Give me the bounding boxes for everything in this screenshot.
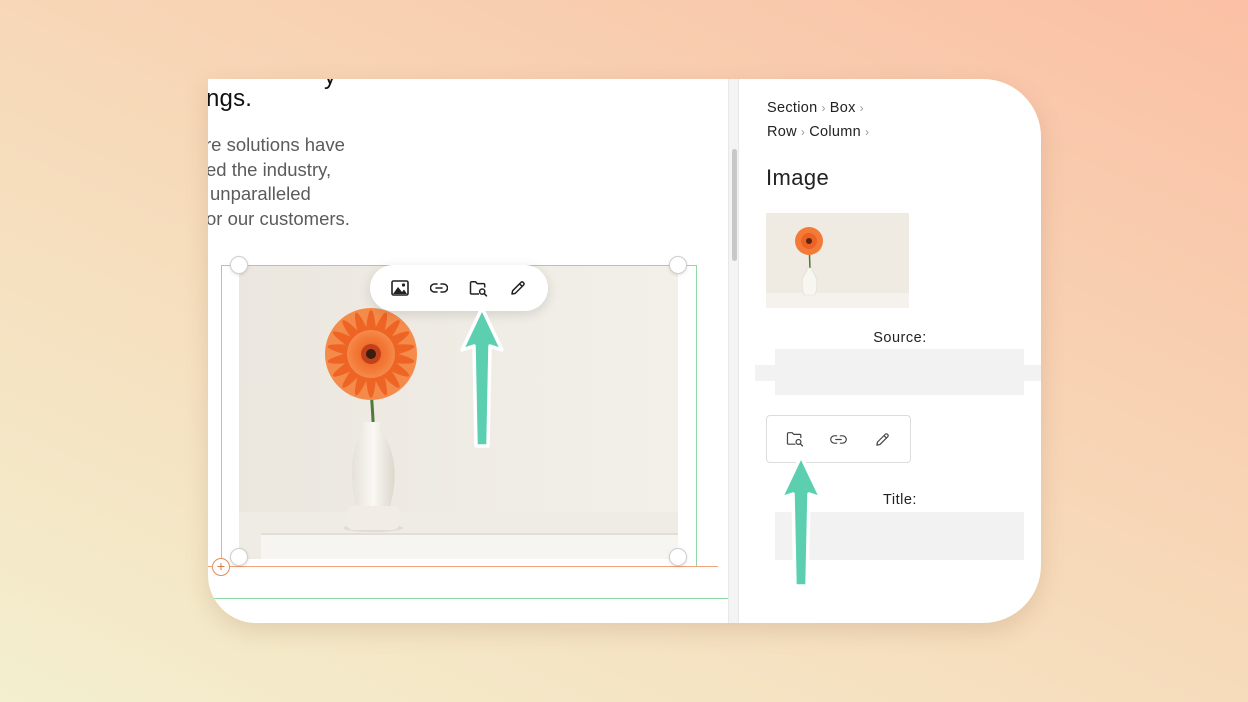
body-line: re solutions have [208, 134, 345, 155]
link-button[interactable] [825, 426, 851, 452]
breadcrumb-continued: Row › Column › [767, 124, 873, 140]
breadcrumb-row[interactable]: Row [767, 124, 797, 140]
image-thumbnail[interactable] [766, 213, 909, 308]
resize-handle-bottom-left[interactable] [230, 548, 248, 566]
section-heading: y ngs. [208, 79, 336, 113]
breadcrumb-separator: › [864, 125, 870, 139]
replace-image-button[interactable] [387, 275, 413, 301]
edit-button[interactable] [505, 275, 531, 301]
arrow-annotation-toolbar [460, 306, 504, 448]
body-line: ed the industry, [208, 158, 332, 180]
resize-handle-top-left[interactable] [230, 256, 248, 274]
folder-search-icon [470, 280, 488, 297]
page-canvas: y ngs. re solutions have ed the industry… [208, 79, 730, 623]
body-line: or our customers. [208, 207, 350, 229]
heading-previous-line: y [324, 79, 336, 91]
folder-search-icon [786, 432, 803, 447]
canvas-scrollbar[interactable] [732, 149, 737, 261]
browse-media-button[interactable] [466, 275, 492, 301]
link-icon [830, 434, 847, 444]
resize-handle-top-right[interactable] [669, 256, 687, 274]
breadcrumb-section[interactable]: Section [767, 100, 817, 116]
heading-text: ngs. [208, 85, 253, 112]
flower-vase-thumbnail [766, 213, 909, 308]
breadcrumb-box[interactable]: Box [830, 100, 856, 116]
link-icon [430, 283, 449, 293]
pencil-icon [511, 281, 526, 295]
panel-title: Image [766, 165, 830, 190]
body-paragraph: re solutions have ed the industry, unpar… [208, 133, 350, 231]
breadcrumb-column[interactable]: Column [809, 124, 861, 140]
breadcrumb: Section › Box › [767, 100, 868, 116]
breadcrumb-separator: › [800, 125, 806, 139]
inspector-panel: Section › Box › Row › Column › Image Source: [740, 79, 1041, 623]
insertion-line [208, 566, 718, 567]
link-button[interactable] [426, 275, 452, 301]
image-icon [390, 280, 409, 296]
arrow-annotation-actions [779, 454, 823, 588]
source-field-extension [755, 365, 1041, 381]
browse-media-button[interactable] [782, 426, 808, 452]
pencil-icon [875, 432, 889, 446]
breadcrumb-separator: › [859, 101, 864, 115]
edit-button[interactable] [869, 426, 895, 452]
breadcrumb-separator: › [821, 101, 826, 115]
editor-window: y ngs. re solutions have ed the industry… [208, 79, 1041, 623]
add-block-button[interactable]: + [212, 558, 230, 576]
body-line: unparalleled [210, 183, 311, 204]
resize-handle-bottom-right[interactable] [669, 548, 687, 566]
source-label: Source: [873, 330, 927, 346]
